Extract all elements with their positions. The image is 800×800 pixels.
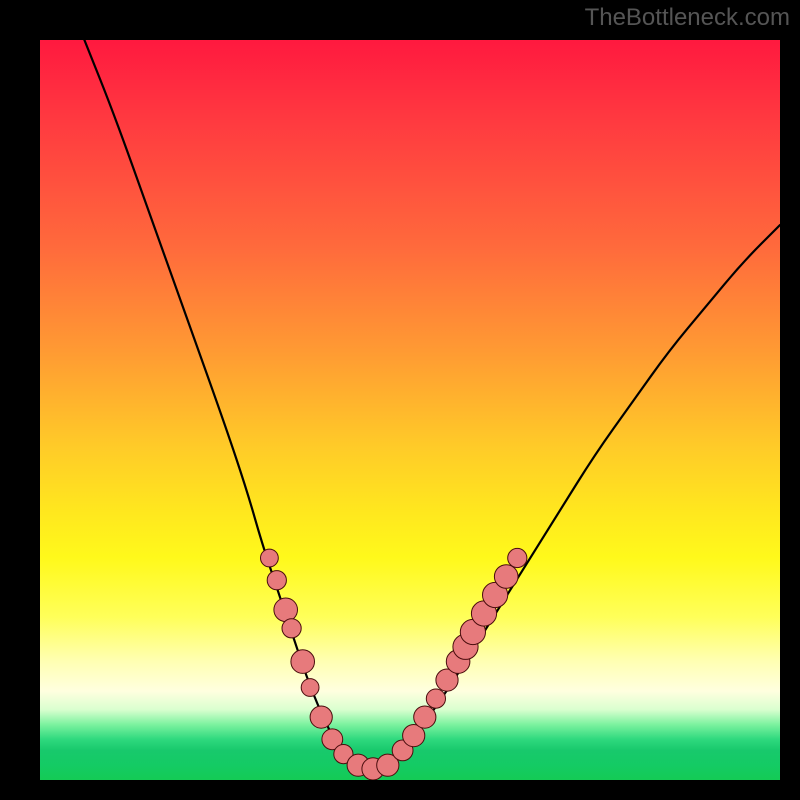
marker-dot bbox=[301, 679, 319, 697]
marker-dot bbox=[310, 706, 332, 728]
chart-svg bbox=[40, 40, 780, 780]
marker-dot bbox=[494, 565, 518, 589]
curve-path bbox=[84, 40, 780, 768]
marker-dot bbox=[508, 548, 527, 567]
marker-dot bbox=[274, 598, 298, 622]
marker-dot bbox=[267, 571, 286, 590]
marker-dot bbox=[414, 706, 436, 728]
chart-frame: TheBottleneck.com bbox=[0, 0, 800, 800]
plot-area bbox=[40, 40, 780, 780]
marker-dot bbox=[291, 650, 315, 674]
watermark-text: TheBottleneck.com bbox=[585, 4, 790, 32]
marker-dot bbox=[426, 689, 445, 708]
marker-dot bbox=[282, 619, 301, 638]
curve-markers bbox=[261, 548, 527, 780]
marker-dot bbox=[261, 549, 279, 567]
